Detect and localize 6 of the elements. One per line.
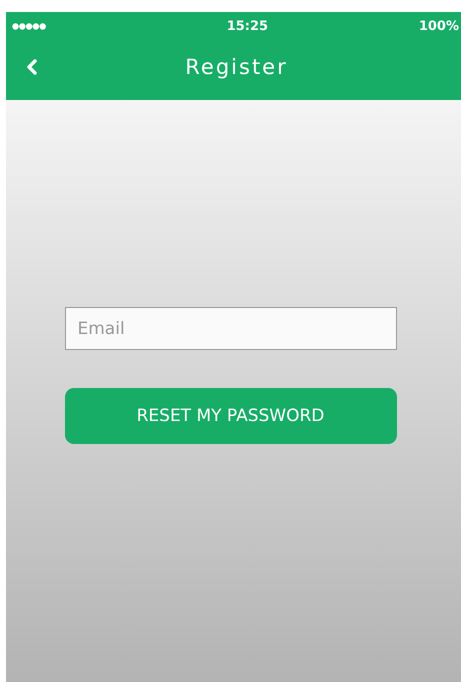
screen-title: Register xyxy=(184,55,289,79)
reset-password-button[interactable]: RESET MY PASSWORD xyxy=(64,388,396,444)
email-field[interactable]: Email xyxy=(64,307,396,350)
battery-level: 100% xyxy=(418,18,459,34)
status-time: 15:25 xyxy=(226,18,268,34)
signal-icon xyxy=(12,22,46,30)
